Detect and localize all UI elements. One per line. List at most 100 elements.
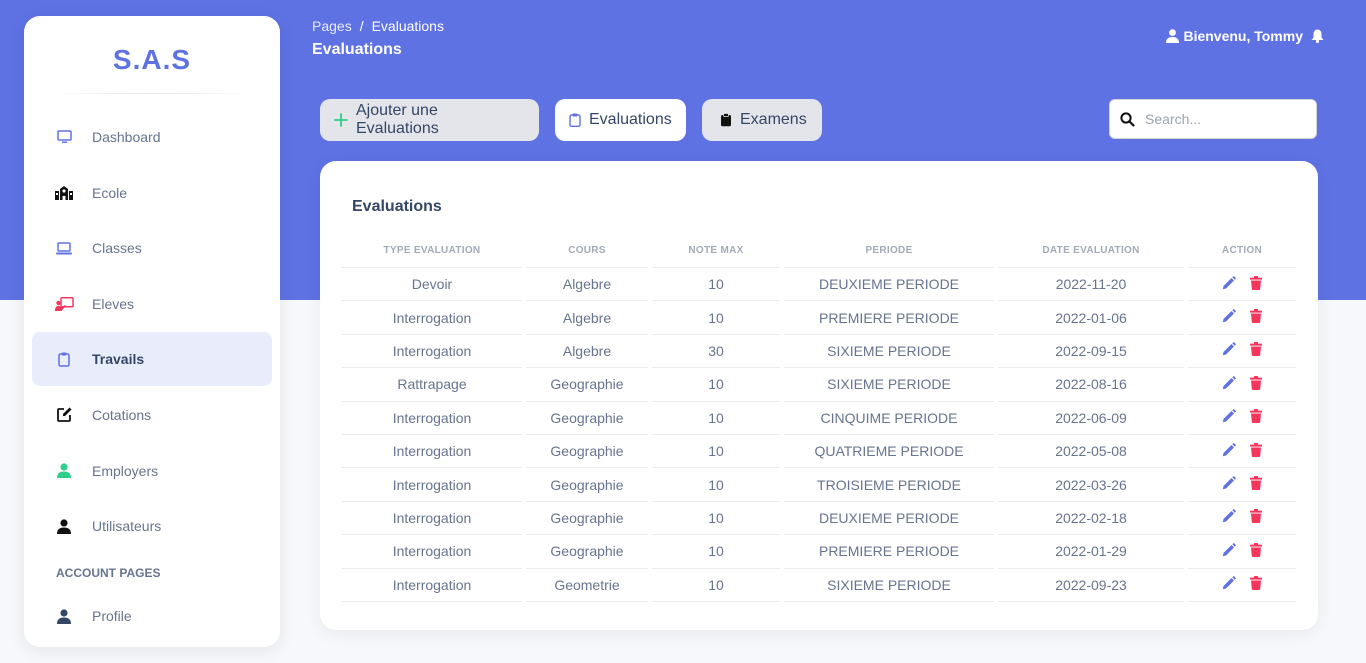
trash-icon[interactable] <box>1250 576 1262 591</box>
bell-icon[interactable] <box>1311 29 1324 43</box>
table-row: Interrogation Algebre 30 SIXIEME PERIODE 202… <box>342 335 1296 369</box>
laptop-icon <box>54 238 74 258</box>
cell-cours: Algebre <box>526 335 648 369</box>
edit-icon[interactable] <box>1222 509 1236 523</box>
breadcrumb-separator: / <box>359 18 364 34</box>
sidebar-item-ecole[interactable]: Ecole <box>32 166 272 220</box>
sidebar-item-cotations[interactable]: Cotations <box>32 388 272 442</box>
user-menu[interactable]: Bienvenu, Tommy <box>1166 28 1324 44</box>
edit-icon[interactable] <box>1222 476 1236 490</box>
sidebar-item-dashboard[interactable]: Dashboard <box>32 110 272 164</box>
cell-type: Interrogation <box>342 301 522 335</box>
cell-note-max: 30 <box>652 335 780 369</box>
column-header-note-max: NOTE MAX <box>652 233 780 268</box>
evaluations-table: TYPE EVALUATION COURS NOTE MAX PERIODE D… <box>338 233 1300 602</box>
cell-periode: TROISIEME PERIODE <box>784 468 994 502</box>
cell-action <box>1188 468 1296 502</box>
cell-periode: SIXIEME PERIODE <box>784 368 994 402</box>
cell-cours: Geographie <box>526 368 648 402</box>
trash-icon[interactable] <box>1250 476 1262 491</box>
trash-icon[interactable] <box>1250 409 1262 424</box>
user-icon <box>54 606 74 626</box>
cell-date: 2022-11-20 <box>998 268 1184 302</box>
cell-note-max: 10 <box>652 435 780 469</box>
cell-date: 2022-03-26 <box>998 468 1184 502</box>
cell-type: Interrogation <box>342 402 522 435</box>
cell-date: 2022-01-06 <box>998 301 1184 335</box>
cell-note-max: 10 <box>652 402 780 435</box>
cell-type: Interrogation <box>342 468 522 502</box>
brand-logo[interactable]: S.A.S <box>24 16 280 93</box>
cell-type: Interrogation <box>342 435 522 469</box>
table-row: Interrogation Geographie 10 QUATRIEME PERIO… <box>342 435 1296 469</box>
user-greeting[interactable]: Bienvenu, Tommy <box>1183 28 1303 44</box>
sidebar-item-profile[interactable]: Profile <box>32 589 272 643</box>
evaluations-tab-label: Evaluations <box>589 111 672 128</box>
edit-icon <box>54 405 74 425</box>
evaluations-card: Evaluations TYPE EVALUATION COURS NOTE M… <box>320 161 1318 630</box>
sidebar-item-classes[interactable]: Classes <box>32 221 272 275</box>
cell-note-max: 10 <box>652 569 780 602</box>
sidebar-item-label: Profile <box>92 608 132 625</box>
edit-icon[interactable] <box>1222 442 1236 457</box>
search-input[interactable] <box>1145 111 1305 127</box>
card-title: Evaluations <box>352 198 442 215</box>
cell-date: 2022-01-29 <box>998 535 1184 569</box>
table-row: Interrogation Geographie 10 TROISIEME PERIO… <box>342 468 1296 502</box>
cell-cours: Geographie <box>526 535 648 569</box>
edit-icon[interactable] <box>1222 309 1236 323</box>
cell-date: 2022-05-08 <box>998 435 1184 469</box>
cell-type: Interrogation <box>342 502 522 536</box>
clipboard-icon <box>54 349 74 369</box>
sidebar-item-employers[interactable]: Employers <box>32 444 272 498</box>
cell-cours: Geographie <box>526 435 648 469</box>
sidebar-item-label: Ecole <box>92 184 128 201</box>
cell-note-max: 10 <box>652 268 780 302</box>
sidebar-item-eleves[interactable]: Eleves <box>32 277 272 331</box>
trash-icon[interactable] <box>1250 342 1262 357</box>
cell-action <box>1188 268 1296 302</box>
trash-icon[interactable] <box>1250 275 1262 290</box>
table-row: Rattrapage Geographie 10 SIXIEME PERIODE 202… <box>342 368 1296 402</box>
sidebar-nav: Dashboard Ecole Classes Eleves Travails <box>32 110 272 645</box>
trash-icon[interactable] <box>1250 509 1262 524</box>
trash-icon[interactable] <box>1250 442 1262 457</box>
edit-icon[interactable] <box>1222 542 1236 557</box>
edit-icon[interactable] <box>1222 342 1236 356</box>
cell-cours: Geographie <box>526 502 648 536</box>
plus-icon <box>334 113 348 127</box>
trash-icon[interactable] <box>1250 542 1262 557</box>
sidebar-item-travails[interactable]: Travails <box>32 332 272 387</box>
cell-note-max: 10 <box>652 468 780 502</box>
clipboard-icon <box>720 113 732 127</box>
breadcrumb-current: Evaluations <box>371 18 444 34</box>
edit-icon[interactable] <box>1222 275 1236 290</box>
trash-icon[interactable] <box>1250 375 1262 390</box>
breadcrumb-root[interactable]: Pages <box>312 18 352 34</box>
cell-cours: Geographie <box>526 468 648 502</box>
edit-icon[interactable] <box>1222 409 1236 423</box>
cell-date: 2022-09-23 <box>998 569 1184 602</box>
sidebar-item-utilisateurs[interactable]: Utilisateurs <box>32 499 272 553</box>
cell-note-max: 10 <box>652 368 780 402</box>
sidebar-item-label: Utilisateurs <box>92 518 162 535</box>
evaluations-tab-button[interactable]: Evaluations <box>555 99 686 141</box>
sidebar-item-label: Dashboard <box>92 129 161 145</box>
edit-icon[interactable] <box>1222 576 1236 590</box>
examens-tab-button[interactable]: Examens <box>702 99 822 141</box>
add-evaluation-label: Ajouter une Evaluations <box>356 102 439 137</box>
edit-icon[interactable] <box>1222 376 1236 390</box>
cell-type: Devoir <box>342 268 522 302</box>
table-row: Interrogation Geographie 10 DEUXIEME PERIOD… <box>342 502 1296 536</box>
cell-action <box>1188 335 1296 369</box>
sidebar-item-label: Classes <box>92 240 142 257</box>
cell-type: Interrogation <box>342 335 522 369</box>
cell-periode: DEUXIEME PERIODE <box>784 502 994 536</box>
cell-type: Interrogation <box>342 569 522 602</box>
table-row: Interrogation Geographie 10 PREMIERE PERIOD… <box>342 535 1296 569</box>
cell-periode: PREMIERE PERIODE <box>784 301 994 335</box>
add-evaluation-button[interactable]: Ajouter une Evaluations <box>320 99 539 141</box>
column-header-cours: COURS <box>526 233 648 268</box>
trash-icon[interactable] <box>1250 309 1262 324</box>
sidebar-item-label: Eleves <box>92 295 135 312</box>
